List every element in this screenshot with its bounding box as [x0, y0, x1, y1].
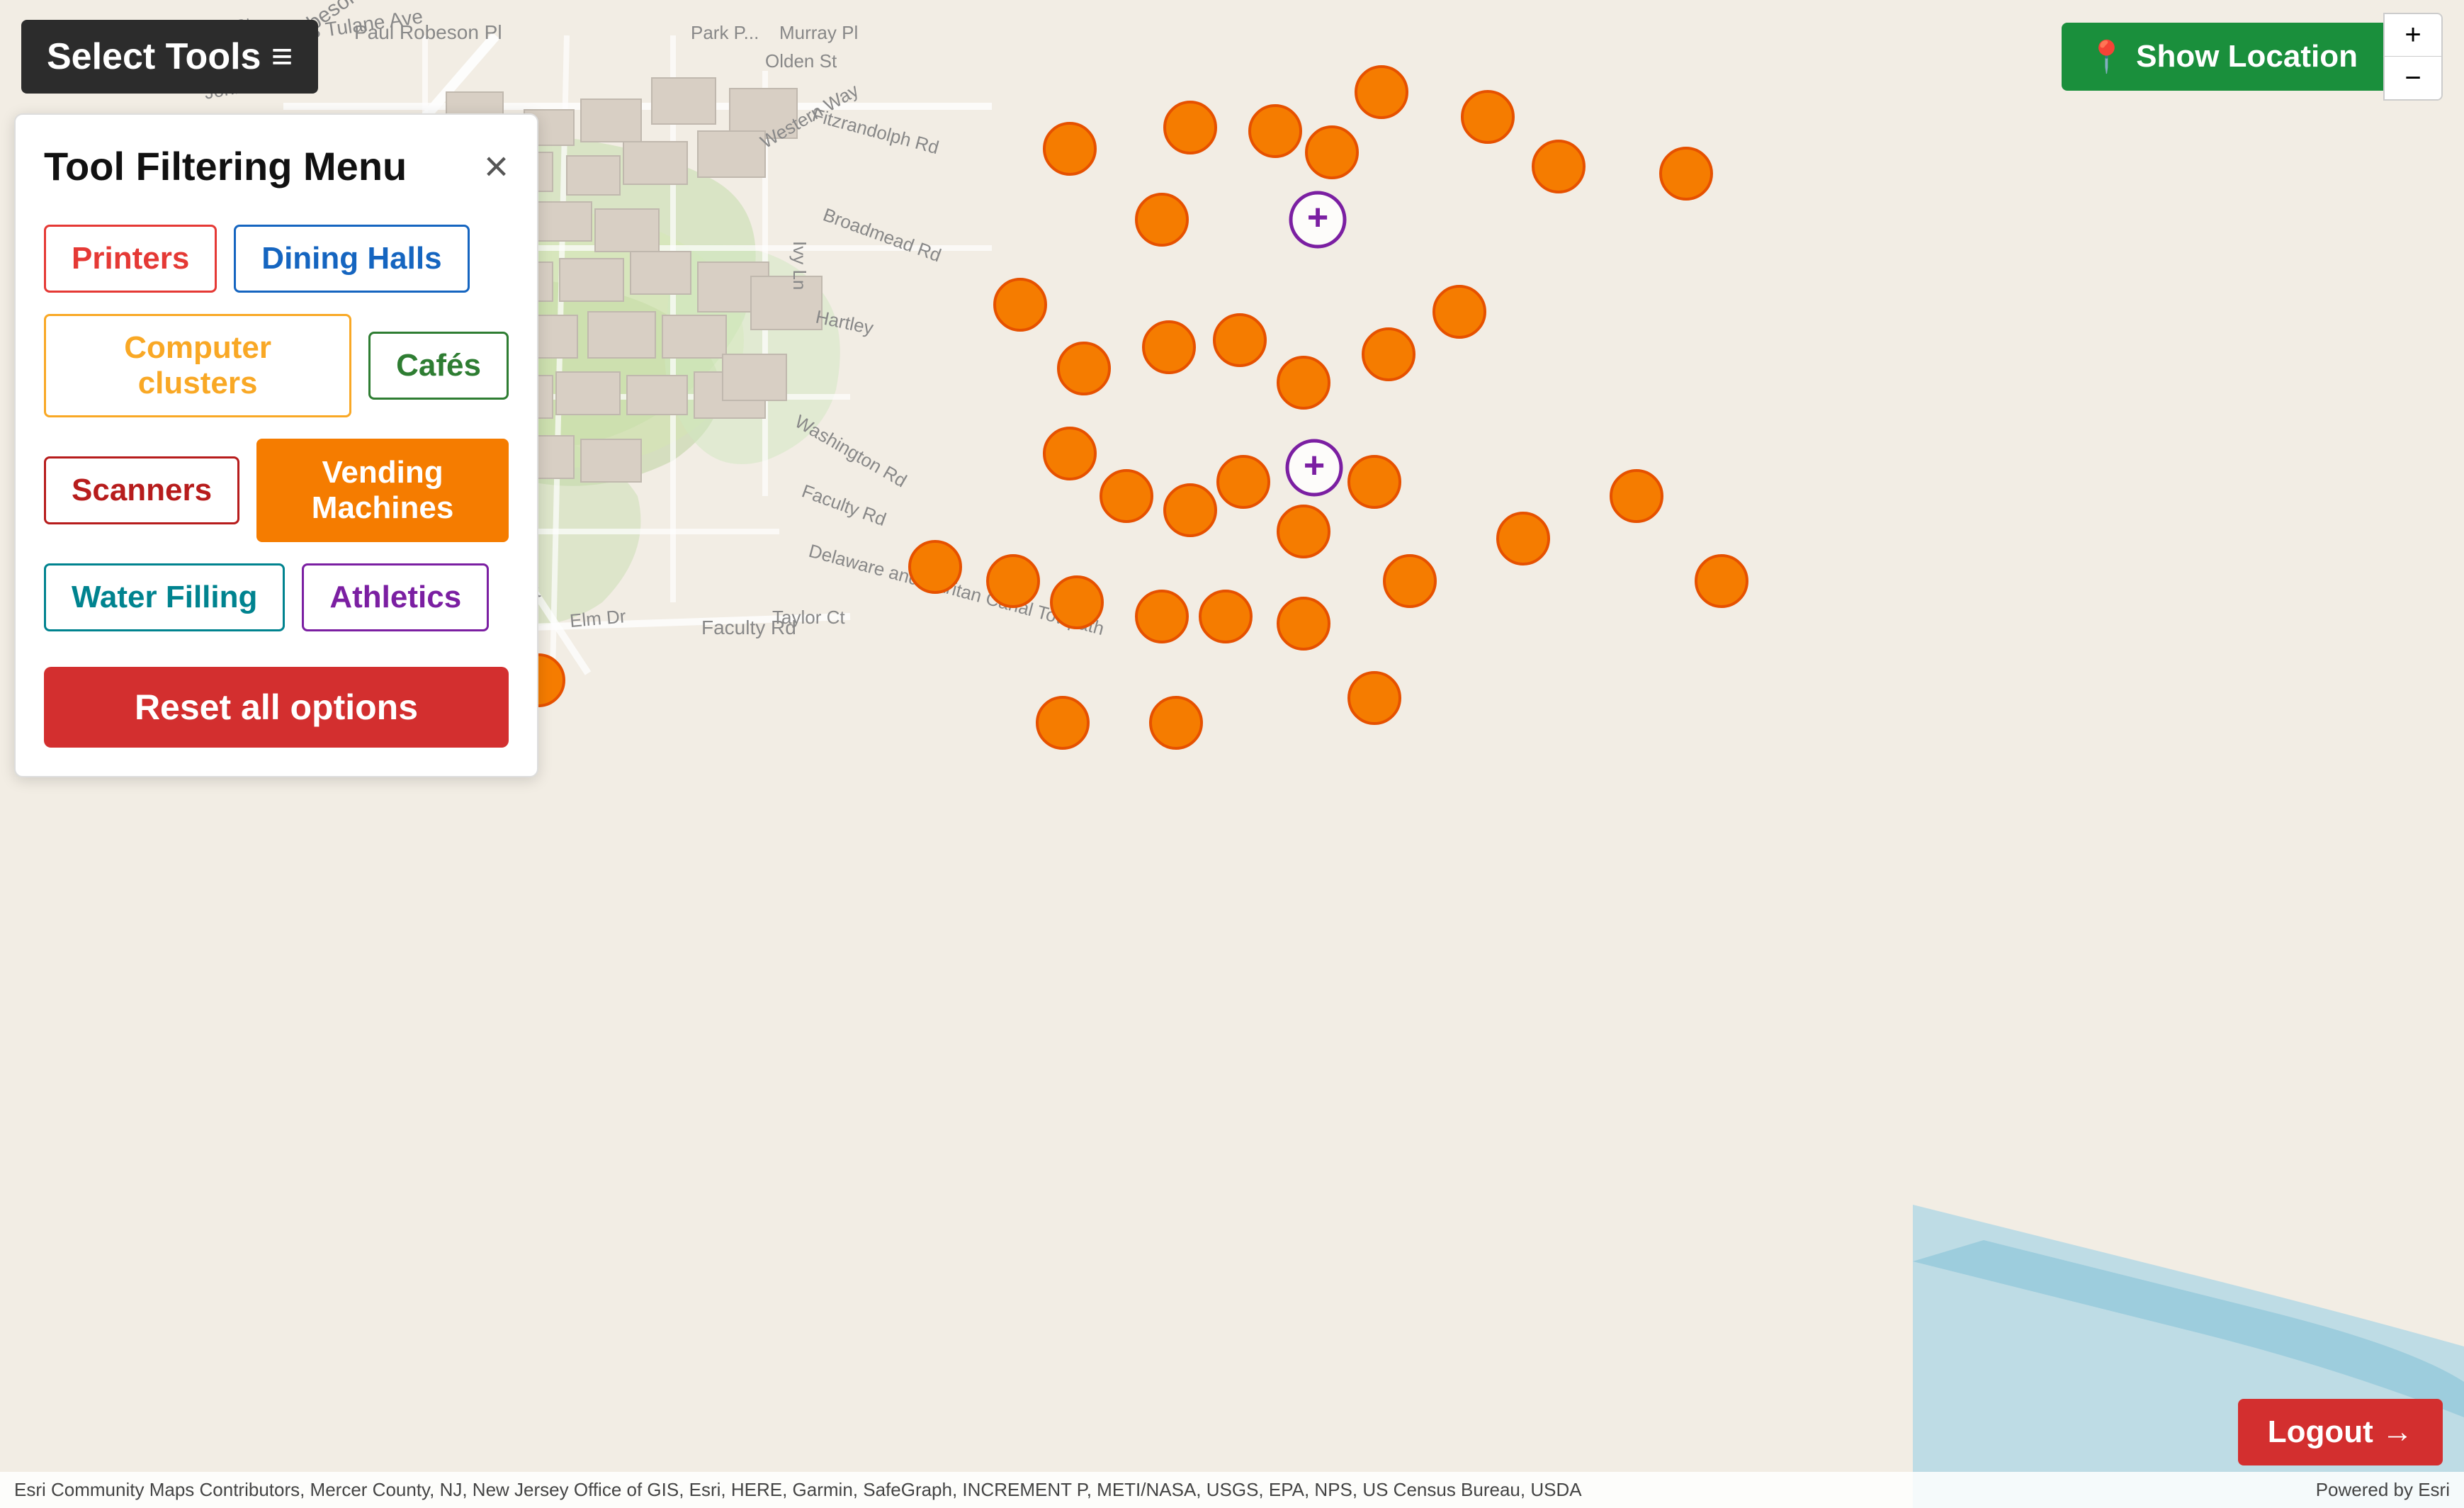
printers-filter-button[interactable]: Printers [44, 225, 217, 293]
show-location-label: Show Location [2136, 39, 2358, 74]
show-location-button[interactable]: 📍 Show Location [2062, 23, 2383, 91]
svg-text:Ivy Ln: Ivy Ln [789, 241, 810, 290]
filter-row-3: Scanners Vending Machines [44, 439, 509, 542]
reset-button[interactable]: Reset all options [44, 667, 509, 748]
filter-menu-title: Tool Filtering Menu [44, 143, 407, 189]
location-icon: 📍 [2087, 38, 2126, 75]
zoom-in-button[interactable]: + [2385, 14, 2441, 57]
attribution-text: Esri Community Maps Contributors, Mercer… [14, 1479, 1582, 1501]
filter-row-2: Computer clusters Cafés [44, 314, 509, 417]
select-tools-label: Select Tools ≡ [47, 35, 293, 78]
svg-text:Taylor Ct: Taylor Ct [772, 607, 845, 628]
svg-text:Olden St: Olden St [765, 50, 837, 72]
filter-row-4: Water Filling Athletics [44, 563, 509, 631]
filter-row-1: Printers Dining Halls [44, 225, 509, 293]
attribution-bar: Esri Community Maps Contributors, Mercer… [0, 1472, 2464, 1508]
logout-label: Logout → [2268, 1414, 2413, 1450]
filter-menu: Tool Filtering Menu × Printers Dining Ha… [14, 113, 538, 777]
filter-menu-header: Tool Filtering Menu × [44, 143, 509, 189]
water-filter-button[interactable]: Water Filling [44, 563, 285, 631]
select-tools-button[interactable]: Select Tools ≡ [21, 20, 318, 94]
logout-button[interactable]: Logout → [2238, 1399, 2443, 1465]
athletics-filter-button[interactable]: Athletics [302, 563, 489, 631]
computer-filter-button[interactable]: Computer clusters [44, 314, 351, 417]
zoom-controls: + − [2383, 13, 2443, 101]
cafes-filter-button[interactable]: Cafés [368, 332, 509, 400]
zoom-out-button[interactable]: − [2385, 57, 2441, 99]
toolbar-right: 📍 Show Location + − [2062, 13, 2443, 101]
powered-by-text: Powered by Esri [2316, 1479, 2450, 1501]
scanners-filter-button[interactable]: Scanners [44, 456, 239, 524]
dining-filter-button[interactable]: Dining Halls [234, 225, 469, 293]
vending-filter-button[interactable]: Vending Machines [256, 439, 509, 542]
svg-text:Park P...: Park P... [691, 22, 759, 43]
filter-menu-close-button[interactable]: × [484, 145, 509, 188]
svg-text:Murray Pl: Murray Pl [779, 22, 858, 43]
